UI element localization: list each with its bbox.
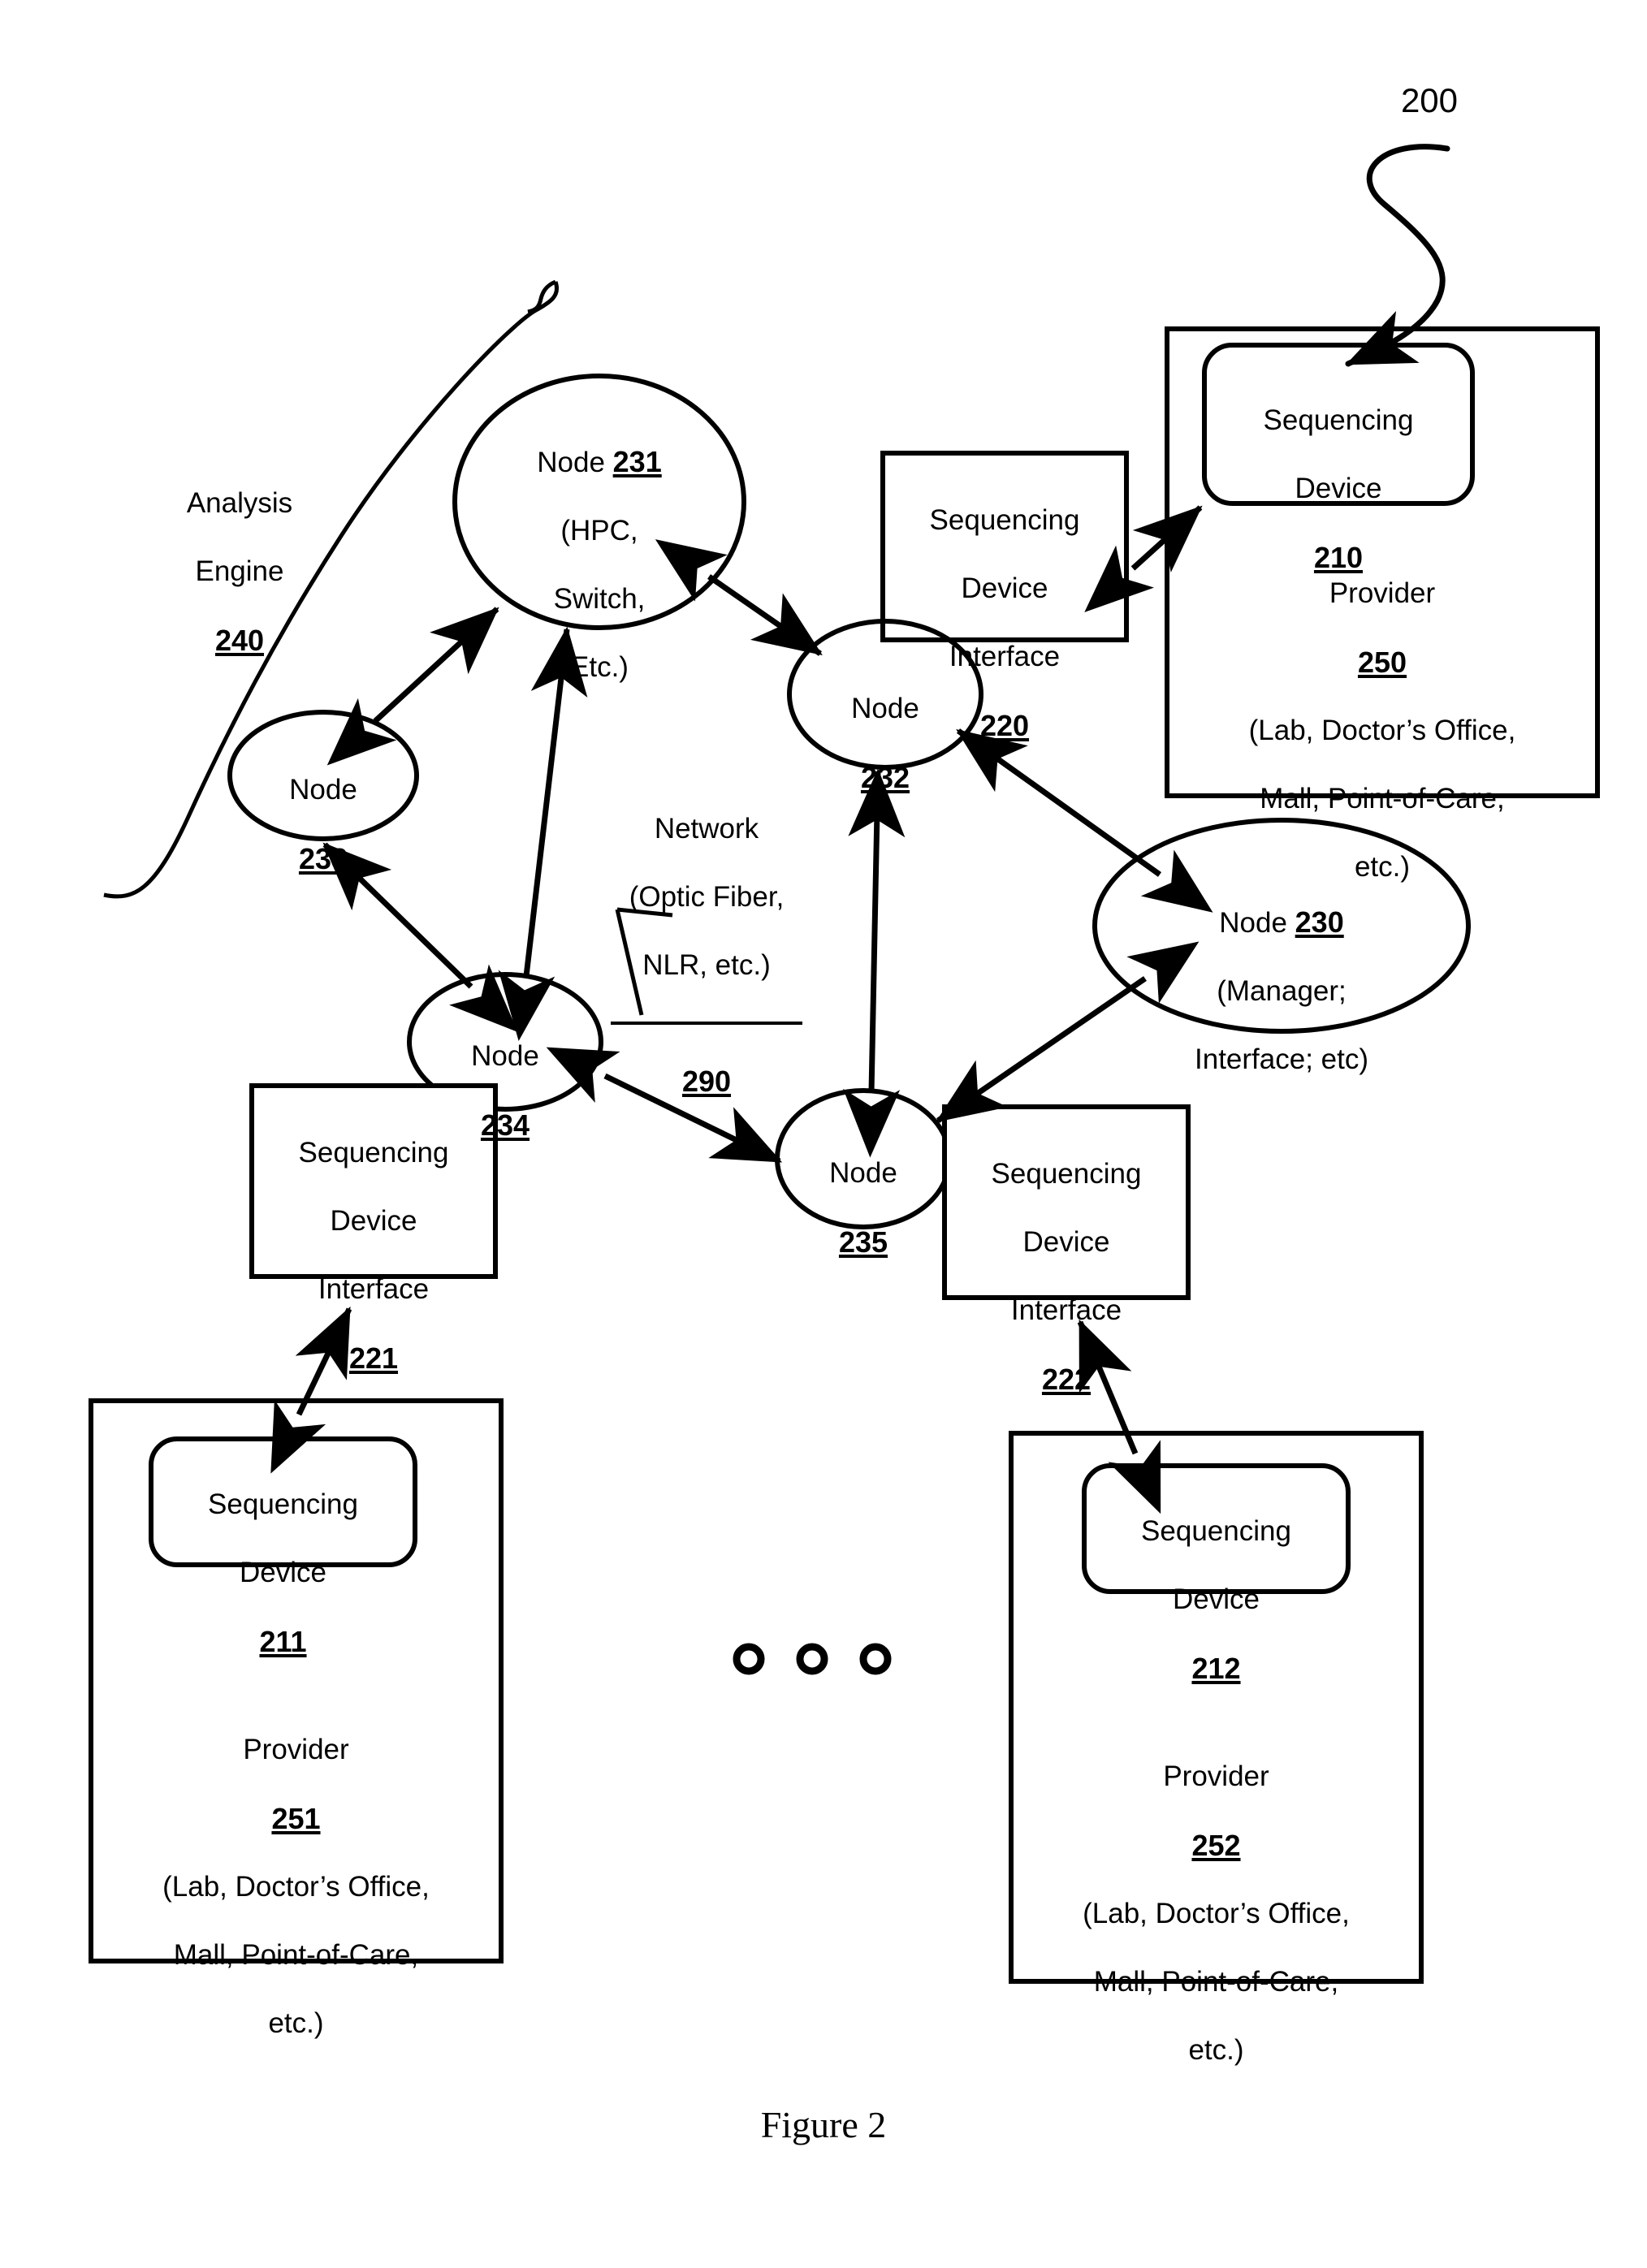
arrow-231-232 bbox=[655, 539, 823, 656]
node-233-ref: 233 bbox=[298, 842, 348, 875]
device-211-line2: Device bbox=[240, 1557, 326, 1588]
provider-252-title: Provider bbox=[1163, 1760, 1269, 1792]
node-231-detail-1: (HPC, bbox=[560, 515, 638, 546]
provider-251-detail-2: Mall, Point-of-Care, bbox=[173, 1939, 419, 1972]
sdi-221-ref: 221 bbox=[348, 1341, 399, 1375]
provider-252-detail-2: Mall, Point-of-Care, bbox=[1093, 1966, 1339, 1998]
node-235-title: Node bbox=[829, 1157, 897, 1189]
analysis-engine-brace-tip bbox=[527, 279, 557, 314]
figure-page: 200 Analysis Engine 240 Node 231 (HPC, S… bbox=[0, 0, 1647, 2268]
sdi-222-label: Sequencing Device Interface 222 bbox=[945, 1123, 1188, 1431]
device-212-label: Sequencing Device 212 bbox=[1084, 1480, 1348, 1720]
sdi-221-line3: Interface bbox=[318, 1273, 430, 1305]
node-230-detail-1: (Manager; bbox=[1217, 975, 1347, 1007]
network-line1: Network bbox=[654, 813, 759, 845]
sdi-221-label: Sequencing Device Interface 221 bbox=[252, 1102, 495, 1410]
provider-250-title: Provider bbox=[1329, 577, 1436, 609]
device-211-line1: Sequencing bbox=[208, 1488, 358, 1520]
network-callout-rule bbox=[611, 1022, 802, 1025]
analysis-engine-line1: Analysis bbox=[186, 487, 293, 519]
node-230-detail-2: Interface; etc) bbox=[1195, 1043, 1368, 1075]
provider-251-title: Provider bbox=[243, 1734, 349, 1765]
sdi-222-ref: 222 bbox=[1041, 1363, 1092, 1396]
sdi-221-line1: Sequencing bbox=[298, 1137, 449, 1169]
figure-caption: Figure 2 bbox=[760, 2104, 887, 2145]
device-212-line2: Device bbox=[1173, 1583, 1260, 1615]
node-231-detail-3: Etc.) bbox=[570, 651, 629, 683]
provider-250-ref: 250 bbox=[1357, 646, 1407, 679]
provider-250-detail-1: (Lab, Doctor’s Office, bbox=[1248, 715, 1516, 747]
sdi-220-label: Sequencing Device Interface 220 bbox=[883, 469, 1126, 777]
analysis-engine-ref: 240 bbox=[214, 624, 265, 657]
sdi-220-ref: 220 bbox=[979, 709, 1030, 742]
provider-252-detail-1: (Lab, Doctor’s Office, bbox=[1083, 1898, 1350, 1930]
analysis-engine-callout: Analysis Engine 240 bbox=[138, 452, 341, 692]
ellipsis-ring-1 bbox=[733, 1643, 765, 1675]
provider-252-label: Provider 252 (Lab, Doctor’s Office, Mall… bbox=[1011, 1726, 1421, 2102]
node-235-label: Node 235 bbox=[782, 1122, 945, 1294]
provider-251-label: Provider 251 (Lab, Doctor’s Office, Mall… bbox=[91, 1699, 501, 2075]
network-callout: Network (Optic Fiber, NLR, etc.) 290 bbox=[601, 778, 812, 1133]
node-233-label: Node 233 bbox=[242, 739, 404, 910]
node-231-label: Node 231 (HPC, Switch, Etc.) bbox=[478, 410, 721, 719]
provider-250-label: Provider 250 (Lab, Doctor’s Office, Mall… bbox=[1167, 542, 1597, 918]
node-231-detail-2: Switch, bbox=[553, 583, 646, 615]
device-210-line2: Device bbox=[1295, 473, 1382, 504]
ellipsis-ring-2 bbox=[796, 1643, 828, 1675]
sdi-221-line2: Device bbox=[330, 1205, 417, 1237]
sdi-220-line3: Interface bbox=[949, 641, 1061, 672]
network-ref: 290 bbox=[681, 1065, 732, 1098]
ellipsis-ring-3 bbox=[859, 1643, 892, 1675]
node-235-ref: 235 bbox=[838, 1225, 888, 1259]
arrow-230-235 bbox=[936, 941, 1200, 1123]
sdi-222-line2: Device bbox=[1022, 1226, 1110, 1258]
device-210-line1: Sequencing bbox=[1263, 404, 1414, 436]
provider-251-detail-3: etc.) bbox=[268, 2007, 324, 2040]
device-212-line1: Sequencing bbox=[1141, 1515, 1291, 1547]
system-ref-200: 200 bbox=[1400, 81, 1459, 119]
device-211-label: Sequencing Device 211 bbox=[151, 1454, 415, 1693]
sdi-220-line1: Sequencing bbox=[929, 504, 1080, 536]
device-212-ref: 212 bbox=[1191, 1652, 1241, 1685]
analysis-engine-line2: Engine bbox=[195, 555, 284, 587]
ref-200-leader bbox=[1345, 144, 1450, 367]
network-line3: NLR, etc.) bbox=[642, 949, 771, 981]
sdi-222-line3: Interface bbox=[1010, 1294, 1122, 1326]
node-234-title: Node bbox=[471, 1040, 539, 1072]
node-233-title: Node bbox=[289, 774, 357, 806]
provider-250-detail-2: Mall, Point-of-Care, bbox=[1260, 783, 1505, 815]
sdi-220-line2: Device bbox=[961, 572, 1048, 604]
provider-252-detail-3: etc.) bbox=[1188, 2034, 1244, 2067]
device-211-ref: 211 bbox=[259, 1625, 307, 1658]
sdi-222-line1: Sequencing bbox=[991, 1158, 1142, 1190]
provider-251-detail-1: (Lab, Doctor’s Office, bbox=[162, 1871, 430, 1903]
provider-251-ref: 251 bbox=[271, 1802, 321, 1835]
provider-252-ref: 252 bbox=[1191, 1829, 1241, 1862]
network-line2: (Optic Fiber, bbox=[629, 881, 785, 913]
provider-250-detail-3: etc.) bbox=[1354, 851, 1411, 883]
node-231-title: Node 231 bbox=[537, 445, 662, 478]
